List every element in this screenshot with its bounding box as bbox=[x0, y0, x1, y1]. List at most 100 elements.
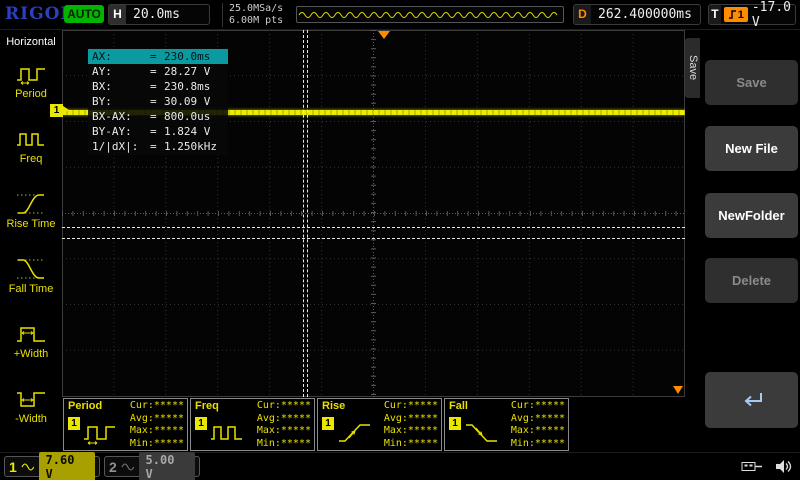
cursor-row-by-ay: BY-AY: = 1.824 V bbox=[88, 124, 228, 139]
cursor-row-bx-ax: BX-AX: = 800.0us bbox=[88, 109, 228, 124]
measurement-name: Period bbox=[68, 400, 103, 412]
sidebar-item-plus-width[interactable]: +Width bbox=[0, 308, 62, 373]
cursor-readout-panel: AX: = 230.0ms AY: = 28.27 V BX: = 230.8m… bbox=[88, 48, 228, 155]
usb-icon bbox=[741, 462, 762, 471]
stat-max: Max:***** bbox=[383, 425, 438, 436]
stat-cur: Cur:***** bbox=[256, 400, 311, 411]
channel-1-chip[interactable]: 1 7.60 V bbox=[4, 451, 100, 480]
measurement-stats: Cur:***** Avg:***** Max:***** Min:***** bbox=[511, 400, 565, 450]
return-arrow-icon bbox=[744, 393, 762, 407]
stat-min: Min:***** bbox=[129, 437, 184, 449]
channel-2-chip[interactable]: 2 5.00 V bbox=[104, 451, 200, 480]
stat-cur: Cur:***** bbox=[510, 400, 565, 411]
measurement-box-fall[interactable]: Fall 1 Cur:***** Avg:***** Max:***** Min… bbox=[444, 398, 569, 451]
measurement-bar: Period 1 Cur:***** Avg:***** Max:***** M… bbox=[62, 397, 685, 452]
freq-icon bbox=[17, 132, 44, 146]
stat-cur: Cur:***** bbox=[129, 400, 184, 411]
trigger-group[interactable]: T 1 -17.0 V bbox=[708, 0, 796, 30]
acquisition-info: 25.0MSa/s 6.00M pts bbox=[222, 3, 283, 27]
status-bar: RIGOL AUTO H 20.0ms 25.0MSa/s 6.00M pts … bbox=[0, 0, 800, 30]
stat-min: Min:***** bbox=[256, 437, 311, 449]
cursor-bx-line[interactable] bbox=[307, 30, 308, 397]
waveform-preview[interactable] bbox=[296, 6, 564, 23]
sidebar-item-label: Freq bbox=[19, 152, 43, 165]
measure-sidebar: Horizontal Period Freq Rise Time Fall Ti… bbox=[0, 30, 62, 452]
trigger-position-marker[interactable] bbox=[378, 31, 390, 39]
cursor-value: 230.0ms bbox=[164, 50, 211, 63]
cursor-value: 230.8ms bbox=[164, 80, 211, 93]
cursor-label: BX: bbox=[92, 80, 112, 93]
cursor-row-ay: AY: = 28.27 V bbox=[88, 64, 228, 79]
channel-number: 2 bbox=[109, 458, 117, 475]
stat-avg: Avg:***** bbox=[129, 412, 184, 424]
measurement-box-rise[interactable]: Rise 1 Cur:***** Avg:***** Max:***** Min… bbox=[317, 398, 442, 451]
channel-scale-value: 5.00 V bbox=[138, 451, 195, 480]
equals-sign: = bbox=[150, 95, 157, 108]
sidebar-item-label: Period bbox=[15, 87, 47, 100]
sidebar-item-freq[interactable]: Freq bbox=[0, 113, 62, 178]
cursor-row-inverse-dx: 1/|dX|: = 1.250kHz bbox=[88, 139, 228, 154]
cursor-value: 30.09 V bbox=[164, 95, 211, 108]
channel-scale-value: 7.60 V bbox=[38, 451, 95, 480]
measurement-name: Freq bbox=[195, 400, 219, 412]
ch1-ground-marker[interactable]: 1 bbox=[50, 104, 69, 117]
cursor-value: 1.824 V bbox=[164, 125, 211, 138]
cursor-label: BY: bbox=[92, 95, 112, 108]
cursor-label: BX-AX: bbox=[92, 110, 132, 123]
trigger-level-offscreen-marker[interactable] bbox=[673, 386, 683, 394]
sidebar-item-rise-time[interactable]: Rise Time bbox=[0, 178, 62, 243]
sidebar-title: Horizontal bbox=[6, 36, 56, 48]
delete-button[interactable]: Delete bbox=[705, 258, 798, 303]
cursor-ay-line[interactable] bbox=[62, 227, 685, 228]
measurement-name: Rise bbox=[322, 400, 346, 412]
new-folder-button[interactable]: NewFolder bbox=[705, 193, 798, 238]
delay-group[interactable]: D 262.400000ms bbox=[573, 4, 701, 25]
equals-sign: = bbox=[150, 125, 157, 138]
delay-key-label: D bbox=[574, 5, 591, 24]
measurement-box-freq[interactable]: Freq 1 Cur:***** Avg:***** Max:***** Min… bbox=[190, 398, 315, 451]
cursor-value: 1.250kHz bbox=[164, 140, 217, 153]
measurement-channel-badge: 1 bbox=[322, 417, 334, 430]
oscilloscope-screen: RIGOL AUTO H 20.0ms 25.0MSa/s 6.00M pts … bbox=[0, 0, 800, 480]
horizontal-timebase-group[interactable]: H 20.0ms bbox=[108, 4, 210, 25]
cursor-ax-line[interactable] bbox=[303, 30, 304, 397]
rise-icon bbox=[339, 424, 370, 442]
stat-avg: Avg:***** bbox=[510, 412, 565, 424]
save-button[interactable]: Save bbox=[705, 60, 798, 105]
freq-icon bbox=[211, 426, 242, 440]
channel-number: 1 bbox=[9, 458, 17, 475]
rising-edge-icon bbox=[728, 10, 736, 19]
trigger-key-label: T bbox=[709, 5, 721, 24]
measurement-stats: Cur:***** Avg:***** Max:***** Min:***** bbox=[384, 400, 438, 450]
sidebar-item-label: +Width bbox=[13, 347, 49, 360]
cursor-by-line[interactable] bbox=[62, 238, 685, 239]
equals-sign: = bbox=[150, 110, 157, 123]
sidebar-item-label: Rise Time bbox=[6, 217, 56, 230]
stat-max: Max:***** bbox=[256, 425, 311, 436]
run-status-badge[interactable]: AUTO bbox=[64, 5, 104, 23]
speaker-icon[interactable] bbox=[775, 459, 792, 474]
trigger-level-value: -17.0 V bbox=[751, 0, 791, 30]
minus-width-icon bbox=[17, 391, 45, 407]
delay-value: 262.400000ms bbox=[598, 7, 692, 22]
sidebar-item-fall-time[interactable]: Fall Time bbox=[0, 243, 62, 308]
cursor-value: 28.27 V bbox=[164, 65, 211, 78]
sidebar-item-minus-width[interactable]: -Width bbox=[0, 373, 62, 438]
waveform-display: 1 AX: = 230.0ms AY: = 28.27 V BX: = 230.… bbox=[50, 30, 685, 397]
status-icons bbox=[741, 459, 792, 474]
preview-wave-icon bbox=[298, 12, 558, 18]
equals-sign: = bbox=[150, 50, 157, 63]
timebase-value: 20.0ms bbox=[133, 7, 180, 22]
measurement-box-period[interactable]: Period 1 Cur:***** Avg:***** Max:***** M… bbox=[63, 398, 188, 451]
measurement-channel-badge: 1 bbox=[68, 417, 80, 430]
measurement-stats: Cur:***** Avg:***** Max:***** Min:***** bbox=[257, 400, 311, 450]
cursor-row-by: BY: = 30.09 V bbox=[88, 94, 228, 109]
cursor-row-ax: AX: = 230.0ms bbox=[88, 49, 228, 64]
menu-tab-save: Save bbox=[685, 38, 700, 98]
memory-depth: 6.00M pts bbox=[229, 15, 284, 26]
rise-time-icon bbox=[17, 193, 45, 214]
trigger-source-number: 1 bbox=[737, 8, 744, 21]
return-button[interactable] bbox=[705, 372, 798, 428]
fall-icon bbox=[466, 424, 497, 442]
new-file-button[interactable]: New File bbox=[705, 126, 798, 171]
